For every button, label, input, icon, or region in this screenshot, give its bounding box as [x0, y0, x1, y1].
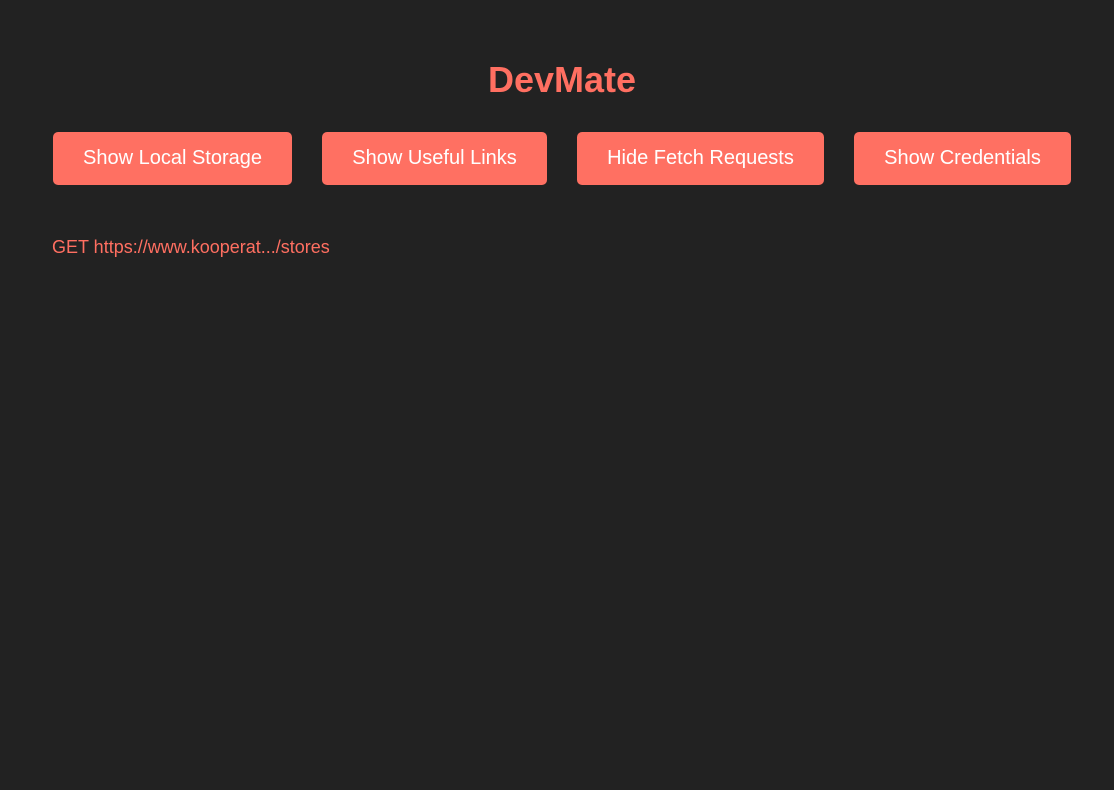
app-title: DevMate — [487, 59, 637, 100]
hide-fetch-requests-button[interactable]: Hide Fetch Requests — [577, 132, 824, 185]
fetch-requests-list: GET https://www.kooperat.../stores — [52, 236, 330, 258]
show-local-storage-button[interactable]: Show Local Storage — [53, 132, 292, 185]
show-credentials-button[interactable]: Show Credentials — [854, 132, 1071, 185]
devmate-app: DevMate Show Local Storage Show Useful L… — [0, 0, 1114, 790]
show-useful-links-button[interactable]: Show Useful Links — [322, 132, 547, 185]
fetch-request-item[interactable]: GET https://www.kooperat.../stores — [52, 236, 330, 258]
